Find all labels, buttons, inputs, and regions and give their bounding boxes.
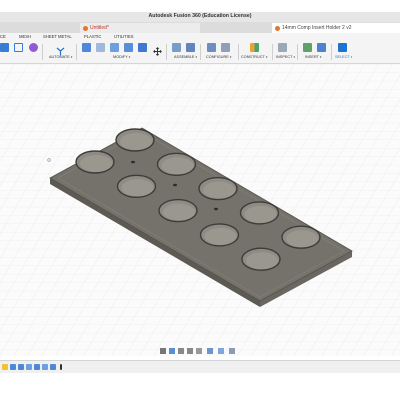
timeline-feature-icon[interactable] xyxy=(26,364,32,370)
orbit-icon[interactable] xyxy=(160,348,166,354)
move-icon[interactable] xyxy=(153,43,162,56)
pocket-floor xyxy=(163,203,195,221)
joint-icon[interactable] xyxy=(186,43,195,52)
toolbar: AUTOMATE ▾ MODIFY ▾ ASSEMBLE ▾ CONFIGURE… xyxy=(0,41,400,64)
timeline-extrude-icon[interactable] xyxy=(34,364,40,370)
configure-icon[interactable] xyxy=(221,43,230,52)
timeline-bar xyxy=(0,360,400,373)
pocket-floor xyxy=(161,157,194,175)
timeline-extrude-icon[interactable] xyxy=(10,364,16,370)
ribbon-tab-mesh[interactable]: MESH xyxy=(19,34,31,39)
chamfer-icon[interactable] xyxy=(110,43,119,52)
background-area xyxy=(0,373,400,400)
press-pull-icon[interactable] xyxy=(82,43,91,52)
pan-icon[interactable] xyxy=(178,348,184,354)
ribbon-tab-plastic[interactable]: PLASTIC xyxy=(84,34,101,39)
title-bar: Autodesk Fusion 360 (Education License) xyxy=(0,12,400,22)
insert-menu[interactable]: INSERT xyxy=(305,55,319,59)
plane-icon[interactable] xyxy=(250,43,259,52)
timeline-feature-icon[interactable] xyxy=(42,364,48,370)
parameters-icon[interactable] xyxy=(207,43,216,52)
timeline-extrude-icon[interactable] xyxy=(50,364,56,370)
select-icon[interactable] xyxy=(338,43,347,52)
sphere-icon[interactable] xyxy=(29,43,38,52)
window-title: Autodesk Fusion 360 (Education License) xyxy=(148,13,252,19)
modify-menu[interactable]: MODIFY xyxy=(113,55,128,59)
document-tab-insert-holder[interactable]: 14mm Comp Insert Holder 2 v2 xyxy=(272,23,400,33)
pocket-floor xyxy=(286,230,318,248)
select-menu[interactable]: SELECT xyxy=(335,55,350,59)
timeline-sketch-icon[interactable] xyxy=(2,364,8,370)
pocket-floor xyxy=(244,205,277,223)
configure-menu[interactable]: CONFIGURE xyxy=(206,55,229,59)
pin-hole xyxy=(173,183,177,187)
fillet-icon[interactable] xyxy=(96,43,105,52)
document-tab-label: Untitled* xyxy=(90,25,109,31)
automate-menu[interactable]: AUTOMATE xyxy=(49,55,70,59)
combine-icon[interactable] xyxy=(138,43,147,52)
form-icon[interactable] xyxy=(14,43,23,52)
ribbon-tab-surface[interactable]: CE xyxy=(0,34,6,39)
navigation-bar xyxy=(160,347,240,355)
document-icon xyxy=(275,26,280,31)
automate-icon[interactable] xyxy=(56,43,65,56)
inspect-menu[interactable]: INSPECT xyxy=(276,55,292,59)
pocket-floor xyxy=(120,133,152,150)
construct-menu[interactable]: CONSTRUCT xyxy=(241,55,265,59)
measure-icon[interactable] xyxy=(278,43,287,52)
insert-image-icon[interactable] xyxy=(317,43,326,52)
document-tab-label: 14mm Comp Insert Holder 2 v2 xyxy=(282,25,352,31)
model-viewport[interactable] xyxy=(0,64,400,356)
look-at-icon[interactable] xyxy=(169,348,175,354)
pocket-floor xyxy=(204,227,237,245)
zoom-icon[interactable] xyxy=(187,348,193,354)
ribbon-tab-bar: CE MESH SHEET METAL PLASTIC UTILITIES xyxy=(0,33,400,41)
display-settings-icon[interactable] xyxy=(207,348,213,354)
new-component-icon[interactable] xyxy=(172,43,181,52)
create-sketch-icon[interactable] xyxy=(0,43,9,52)
ribbon-tab-sheet-metal[interactable]: SHEET METAL xyxy=(43,34,72,39)
viewports-icon[interactable] xyxy=(229,348,235,354)
pin-hole xyxy=(131,160,135,164)
shell-icon[interactable] xyxy=(124,43,133,52)
document-icon xyxy=(83,26,88,31)
pin-hole xyxy=(214,207,218,211)
timeline-marker[interactable] xyxy=(60,364,62,370)
timeline-extrude-icon[interactable] xyxy=(18,364,24,370)
pocket-floor xyxy=(203,181,235,199)
viewport[interactable] xyxy=(0,64,400,356)
document-tab-untitled[interactable]: Untitled* xyxy=(80,23,200,33)
grid-settings-icon[interactable] xyxy=(218,348,224,354)
insert-mesh-icon[interactable] xyxy=(303,43,312,52)
pocket-floor xyxy=(246,252,278,270)
assemble-menu[interactable]: ASSEMBLE xyxy=(174,55,194,59)
pocket-floor xyxy=(121,179,154,197)
fit-icon[interactable] xyxy=(196,348,202,354)
pocket-floor xyxy=(80,155,112,172)
ribbon-tab-utilities[interactable]: UTILITIES xyxy=(114,34,134,39)
